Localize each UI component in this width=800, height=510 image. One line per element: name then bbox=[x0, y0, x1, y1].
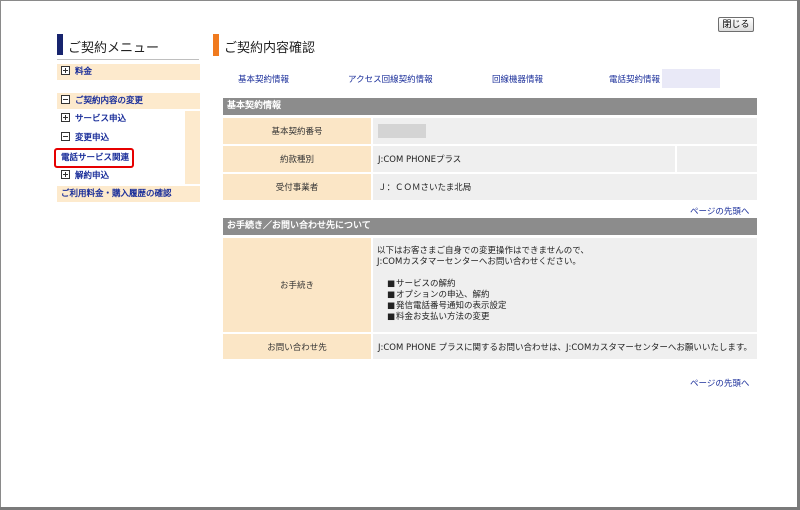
collapse-minus-icon bbox=[61, 132, 70, 141]
operator-label: 受付事業者 bbox=[223, 174, 371, 200]
terms-type-label: 約款種別 bbox=[223, 146, 371, 172]
contract-number-value bbox=[373, 118, 757, 144]
submenu-gutter bbox=[185, 111, 200, 184]
expand-plus-icon bbox=[61, 170, 70, 179]
expand-plus-icon bbox=[61, 113, 70, 122]
contact-value: J:COM PHONE プラスに関するお問い合わせは、J:COMカスタマーセンタ… bbox=[373, 334, 757, 359]
sidebar-item-fees[interactable]: 料金 bbox=[57, 64, 200, 80]
sidebar-title-text: ご契約メニュー bbox=[68, 41, 160, 56]
operator-value: Ｊ：ＣＯＭさいたま北局 bbox=[373, 174, 757, 200]
table-row: 約款種別 J:COM PHONEプラス bbox=[223, 146, 757, 172]
sidebar-title-bar bbox=[57, 34, 63, 55]
contract-number-label: 基本契約番号 bbox=[223, 118, 371, 144]
tab-access-line[interactable]: アクセス回線契約情報 bbox=[348, 73, 433, 85]
tab-line-equipment[interactable]: 回線機器情報 bbox=[492, 73, 543, 85]
close-button[interactable]: 閉じる bbox=[718, 17, 754, 32]
list-item: 発信電話番号通知の表示設定 bbox=[387, 301, 589, 312]
procedures-intro-1: 以下はお客さまご自身での変更操作はできませんので、 bbox=[377, 246, 589, 256]
terms-type-value: J:COM PHONEプラス bbox=[373, 146, 675, 172]
back-to-top-link[interactable]: ページの先頭へ bbox=[690, 205, 749, 217]
sidebar-divider bbox=[57, 59, 199, 60]
table-row: お問い合わせ先 J:COM PHONE プラスに関するお問い合わせは、J:COM… bbox=[223, 334, 757, 359]
redacted-contract-number bbox=[378, 124, 426, 138]
back-to-top-link[interactable]: ページの先頭へ bbox=[690, 377, 749, 389]
sidebar-item-usage-history[interactable]: ご利用料金・購入履歴の確認 bbox=[57, 186, 200, 202]
page-title-text: ご契約内容確認 bbox=[224, 41, 316, 56]
procedures-section-header: お手続き／お問い合わせ先について bbox=[223, 218, 757, 235]
tab-phone-contract[interactable]: 電話契約情報 bbox=[609, 73, 660, 85]
list-item: サービスの解約 bbox=[387, 279, 589, 290]
page-title-bar bbox=[213, 34, 219, 56]
redacted-area bbox=[662, 69, 720, 88]
sidebar-item-contract-change[interactable]: ご契約内容の変更 bbox=[57, 93, 200, 109]
list-item: オプションの申込、解約 bbox=[387, 290, 589, 301]
collapse-minus-icon bbox=[61, 95, 70, 104]
sidebar-item-change-apply[interactable]: 変更申込 bbox=[57, 130, 185, 146]
sidebar-item-cancel-apply[interactable]: 解約申込 bbox=[57, 168, 185, 184]
procedures-list: サービスの解約 オプションの申込、解約 発信電話番号通知の表示設定 料金お支払い… bbox=[377, 279, 589, 323]
table-row: 受付事業者 Ｊ：ＣＯＭさいたま北局 bbox=[223, 174, 757, 200]
list-item: 料金お支払い方法の変更 bbox=[387, 312, 589, 323]
procedures-intro-2: J:COMカスタマーセンターへお問い合わせください。 bbox=[377, 257, 581, 267]
tab-basic-contract[interactable]: 基本契約情報 bbox=[238, 73, 289, 85]
terms-type-extra bbox=[677, 146, 757, 172]
procedures-label: お手続き bbox=[223, 238, 371, 332]
basic-section-header: 基本契約情報 bbox=[223, 98, 757, 115]
procedures-text: 以下はお客さまご自身での変更操作はできませんので、 J:COMカスタマーセンター… bbox=[377, 246, 589, 323]
contact-label: お問い合わせ先 bbox=[223, 334, 371, 359]
table-row: 基本契約番号 bbox=[223, 118, 757, 144]
expand-plus-icon bbox=[61, 66, 70, 75]
phone-service-highlight bbox=[54, 148, 134, 168]
sidebar-item-service-apply[interactable]: サービス申込 bbox=[57, 111, 185, 127]
